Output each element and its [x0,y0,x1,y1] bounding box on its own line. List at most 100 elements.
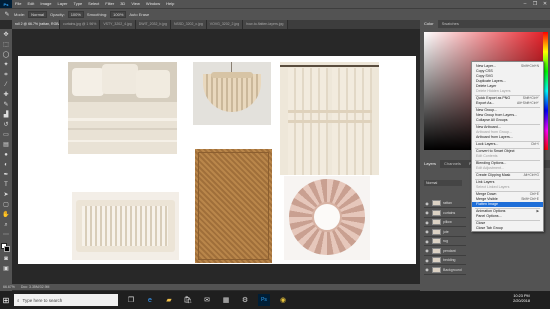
tab-color[interactable]: Color [420,20,438,28]
gradient-tool-icon[interactable]: ▤ [2,141,10,149]
layer-row[interactable]: ◉ rug [424,237,466,246]
tab-channels[interactable]: Channels [440,160,465,168]
chrome-icon[interactable]: ◉ [277,294,289,306]
menu-bar: Ps File Edit Image Layer Type Select Filter 3D V… [0,0,550,8]
lasso-tool-icon[interactable]: ◯ [2,51,10,59]
blend-mode-select[interactable]: Normal [424,180,462,186]
menu-item-label: Artboard from Layers... [476,135,513,139]
hand-tool-icon[interactable]: ✋ [2,211,10,219]
tab-swatches[interactable]: Swatches [438,20,463,28]
layer-row[interactable]: ◉ curtains [424,209,466,218]
quick-mask-icon[interactable]: ◙ [2,255,10,263]
brush-tool-icon[interactable]: ✎ [3,11,11,19]
maximize-button[interactable]: ❐ [530,0,540,8]
taskbar-clock[interactable]: 10:23 PM 2/20/2018 [513,294,530,304]
document-tab[interactable]: VOVG_3202_2.jpg [206,20,244,29]
tab-layers[interactable]: Layers [420,160,441,168]
zoom-level[interactable]: 66.67% [3,285,15,289]
menu-edit[interactable]: Edit [24,0,37,8]
pen-tool-icon[interactable]: ✒ [2,171,10,179]
layer-row[interactable]: ◉ pillow [424,218,466,227]
eyedropper-tool-icon[interactable]: ⁄ [2,81,10,89]
smoothing-field[interactable]: 100% [110,11,127,18]
photos-icon[interactable]: ▦ [220,294,232,306]
layer-thumbnail [432,200,441,206]
opacity-field[interactable]: 100% [67,11,84,18]
windows-start-icon[interactable]: ⊞ [0,291,12,309]
blur-tool-icon[interactable]: ● [2,151,10,159]
mode-select[interactable]: Normal [28,11,48,18]
menu-3d[interactable]: 3D [117,0,128,8]
layer-row[interactable]: ◉ jute [424,228,466,237]
eye-icon[interactable]: ◉ [424,220,430,225]
menu-item-export-as[interactable]: Export As... Alt+Shift+Ctrl+' [472,101,543,106]
layer-row[interactable]: ◉ rattan [424,199,466,208]
layer-name: pendant [443,248,456,253]
marquee-tool-icon[interactable]: ⬚ [2,41,10,49]
document-tab[interactable]: VSTY_3202_4.jpg [100,20,136,29]
eye-icon[interactable]: ◉ [424,210,430,215]
menu-item-lock-layers[interactable]: Lock Layers... Ctrl+/ [472,142,543,147]
menu-item-close-tab-group[interactable]: Close Tab Group [472,226,543,231]
move-tool-icon[interactable]: ✥ [2,31,10,39]
layer-row[interactable]: ◉ Background [424,266,466,275]
document-tab[interactable]: NSSD_3202_c.jpg [170,20,207,29]
auto-erase-checkbox[interactable]: Auto Erase [129,12,149,17]
smoothing-label: Smoothing: [86,12,108,17]
stamp-tool-icon[interactable]: ▟ [2,111,10,119]
quick-select-tool-icon[interactable]: ✦ [2,61,10,69]
history-brush-icon[interactable]: ↺ [2,121,10,129]
document-tab[interactable]: roll 2 @ 66.7% (rattan, RGB/8#) * [12,20,60,29]
eye-icon[interactable]: ◉ [424,267,430,272]
dodge-tool-icon[interactable]: ◐ [2,161,10,169]
minimize-button[interactable]: – [520,0,530,8]
menu-file[interactable]: File [12,0,24,8]
document-tab[interactable]: how-to-flatten-layers.jpg [243,20,288,29]
eye-icon[interactable]: ◉ [424,258,430,263]
menu-select[interactable]: Select [85,0,102,8]
menu-window[interactable]: Window [143,0,163,8]
menu-item-flatten-image[interactable]: Flatten Image [472,202,543,207]
menu-help[interactable]: Help [163,0,177,8]
menu-view[interactable]: View [128,0,143,8]
menu-item-panel-options[interactable]: Panel Options... [472,214,543,219]
document-tab[interactable]: DWIT_2032_b.jpg [135,20,171,29]
settings-gear-icon[interactable]: ⚙ [239,294,251,306]
menu-filter[interactable]: Filter [102,0,117,8]
layer-row[interactable]: ◉ bedding [424,256,466,265]
menu-type[interactable]: Type [71,0,86,8]
path-select-tool-icon[interactable]: ➤ [2,191,10,199]
menu-item-collapse-all-groups[interactable]: Collapse All Groups [472,118,543,123]
menu-image[interactable]: Image [37,0,54,8]
menu-item-label: Export As... [476,101,495,105]
brush-icon[interactable]: ✎ [2,101,10,109]
eye-icon[interactable]: ◉ [424,229,430,234]
store-icon[interactable]: 🛍 [182,294,194,306]
eye-icon[interactable]: ◉ [424,201,430,206]
document-canvas[interactable] [18,56,416,264]
rectangle-tool-icon[interactable]: ▢ [2,201,10,209]
layer-row[interactable]: ◉ pendant [424,247,466,256]
foreground-background-swatches[interactable] [1,243,11,253]
type-tool-icon[interactable]: T [2,181,10,189]
close-button[interactable]: ✕ [540,0,550,8]
crop-tool-icon[interactable]: ⌗ [2,71,10,79]
menu-item-artboard-from-layers[interactable]: Artboard from Layers... [472,135,543,140]
mail-icon[interactable]: ✉ [201,294,213,306]
taskbar-search[interactable]: ⌕ Type here to search [14,294,118,306]
healing-tool-icon[interactable]: ✚ [2,91,10,99]
menu-item-create-clipping-mask[interactable]: Create Clipping Mask Alt+Ctrl+G [472,173,543,178]
photoshop-taskbar-icon[interactable]: Ps [258,294,270,306]
layer-name: curtains [443,210,456,215]
eraser-tool-icon[interactable]: ▭ [2,131,10,139]
edge-browser-icon[interactable]: e [144,294,156,306]
document-tab[interactable]: curtains.jpg @ 1 96% [60,20,101,29]
menu-layer[interactable]: Layer [54,0,70,8]
task-view-icon[interactable]: ❐ [125,294,137,306]
zoom-tool-icon[interactable]: ⌕ [2,221,10,229]
screen-mode-icon[interactable]: ▣ [2,265,10,273]
eye-icon[interactable]: ◉ [424,239,430,244]
file-explorer-icon[interactable]: ▰ [163,294,175,306]
eye-icon[interactable]: ◉ [424,248,430,253]
more-tools-icon[interactable]: ⋯ [2,231,10,239]
